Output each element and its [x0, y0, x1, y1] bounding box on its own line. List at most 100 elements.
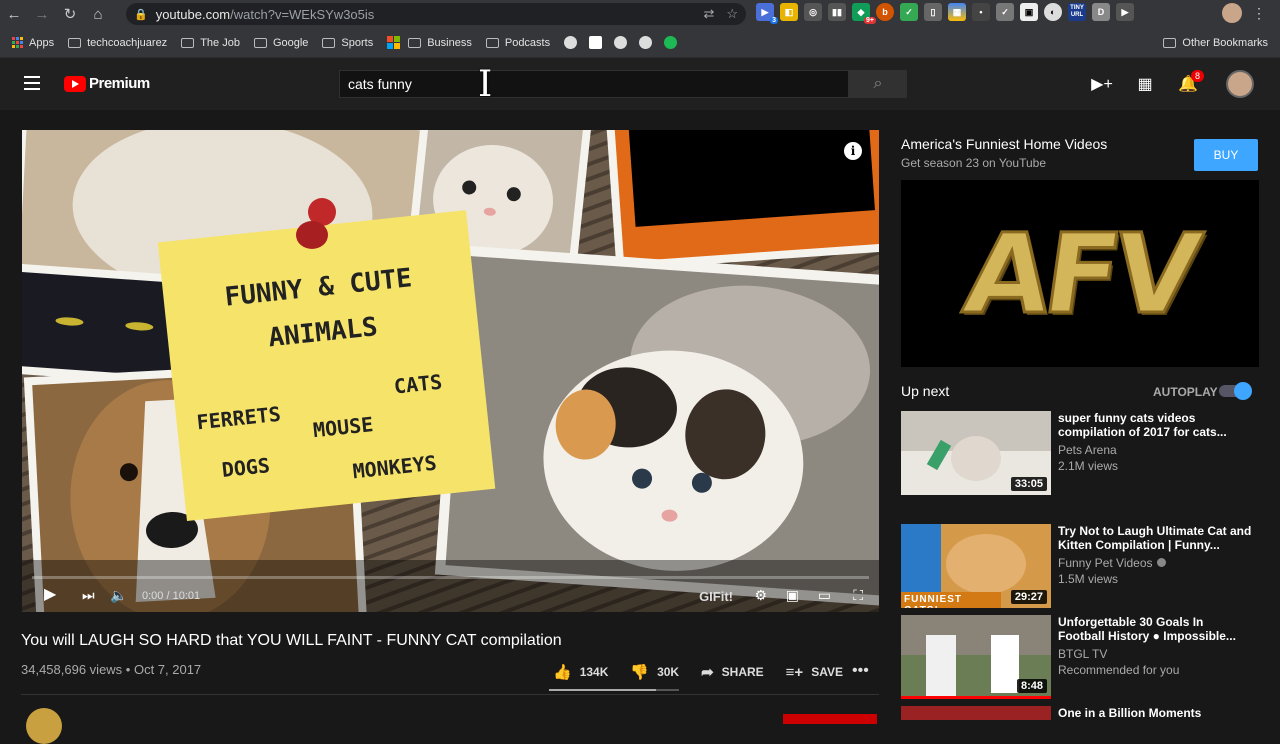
bookmark-folder[interactable]: Google — [253, 37, 308, 49]
info-icon[interactable]: i — [844, 142, 862, 160]
globe-icon[interactable] — [614, 36, 628, 49]
video-thumbnail[interactable]: 33:05 — [901, 411, 1051, 495]
volume-icon[interactable]: 🔈 — [110, 587, 127, 604]
autoplay-toggle[interactable] — [1219, 382, 1252, 400]
account-avatar[interactable] — [1226, 70, 1254, 98]
video-actions: 👍 134K 👎 30K ➦ SHARE ≡+ SAVE — [553, 663, 865, 682]
settings-gear-icon[interactable]: ⚙ — [754, 587, 767, 604]
search-button[interactable]: ⌕ — [849, 70, 907, 98]
bookmark-folder[interactable]: techcoachjuarez — [68, 37, 167, 49]
recommended-video[interactable]: One in a Billion Moments — [901, 706, 1259, 720]
extension-icon[interactable]: b — [876, 3, 894, 21]
up-next-heading: Up next — [901, 383, 950, 399]
like-button[interactable]: 👍 134K — [553, 663, 608, 681]
video-thumbnail[interactable] — [901, 706, 1051, 720]
note-cats: CATS — [393, 370, 443, 399]
miniplayer-icon[interactable]: ▣ — [786, 587, 799, 604]
note-dogs: DOGS — [221, 453, 271, 482]
recommended-video[interactable]: FUNNIEST CATS! 29:27 Try Not to Laugh Ul… — [901, 524, 1259, 608]
channel-avatar[interactable] — [26, 708, 62, 744]
bookmark-microsoft[interactable] — [387, 36, 401, 49]
recommended-video[interactable]: 8:48 Unforgettable 30 Goals In Football … — [901, 615, 1259, 699]
extension-icon[interactable]: ▶ — [1116, 3, 1134, 21]
globe-icon[interactable] — [564, 36, 578, 49]
lock-icon: 🔒 — [134, 8, 148, 21]
extension-icon[interactable]: ▮▮ — [828, 3, 846, 21]
bookmark-folder[interactable]: Podcasts — [485, 37, 550, 49]
video-thumbnail[interactable]: FUNNIEST CATS! 29:27 — [901, 524, 1051, 608]
video-player[interactable]: FUNNY & CUTE ANIMALS FERRETS CATS MOUSE … — [22, 130, 879, 612]
amazon-icon[interactable] — [589, 36, 603, 49]
theater-mode-icon[interactable]: ▭ — [818, 587, 831, 604]
video-title[interactable]: Try Not to Laugh Ultimate Cat and Kitten… — [1058, 524, 1253, 552]
translate-icon[interactable]: ⇄ — [703, 6, 714, 22]
video-title[interactable]: One in a Billion Moments — [1058, 706, 1253, 720]
menu-icon[interactable] — [24, 76, 40, 90]
extension-icon[interactable]: ▣ — [1020, 3, 1038, 21]
extension-icon[interactable]: ▦ — [948, 3, 966, 21]
extension-icon[interactable]: ◐ — [1044, 3, 1062, 21]
bookmark-folder[interactable]: Business — [408, 37, 472, 49]
ad-banner[interactable]: AFV — [901, 180, 1259, 367]
verified-icon — [1156, 558, 1166, 567]
extension-icon[interactable]: ◆ 9+ — [852, 3, 876, 24]
folder-icon — [253, 37, 267, 48]
folder-icon — [485, 37, 499, 48]
video-meta: 34,458,696 views • Oct 7, 2017 — [21, 662, 202, 677]
tinyurl-extension-icon[interactable]: TINY URL — [1068, 3, 1086, 21]
save-button[interactable]: ≡+ SAVE — [786, 664, 843, 681]
ad-title[interactable]: America's Funniest Home Videos — [901, 136, 1107, 152]
globe-icon[interactable] — [639, 36, 653, 49]
other-bookmarks[interactable]: Other Bookmarks — [1163, 37, 1268, 49]
address-bar[interactable]: 🔒 youtube.com/watch?v=WEkSYw3o5is ⇄ ☆ — [126, 3, 746, 25]
video-title[interactable]: Unforgettable 30 Goals In Football Histo… — [1058, 615, 1253, 643]
ad-subtitle: Get season 23 on YouTube — [901, 156, 1047, 170]
gifit-button[interactable]: GIFit! — [699, 589, 733, 604]
time-display: 0:00 / 10:01 — [142, 590, 201, 602]
subscribe-button[interactable] — [783, 714, 877, 724]
home-icon[interactable]: ⌂ — [84, 0, 112, 28]
folder-icon — [408, 37, 422, 48]
browser-menu-icon[interactable]: ⋮ — [1252, 5, 1266, 22]
spotify-icon[interactable] — [664, 36, 678, 49]
browser-profile-avatar[interactable] — [1222, 3, 1242, 23]
bookmark-apps[interactable]: Apps — [12, 37, 54, 49]
back-icon[interactable]: ← — [0, 0, 28, 28]
extension-icon[interactable]: ✓ — [996, 3, 1014, 21]
channel-name[interactable]: BTGL TV — [1058, 647, 1107, 661]
search-input[interactable]: cats funny — [339, 70, 849, 98]
bookmark-star-icon[interactable]: ☆ — [726, 6, 738, 22]
share-button[interactable]: ➦ SHARE — [701, 663, 764, 681]
extension-icon[interactable]: • — [972, 3, 990, 21]
channel-name[interactable]: Pets Arena — [1058, 443, 1117, 457]
notification-badge: 8 — [1191, 70, 1205, 82]
extension-icon[interactable]: ◎ — [804, 3, 822, 21]
extension-icon[interactable]: ✓ — [900, 3, 918, 21]
buy-button[interactable]: BUY — [1194, 139, 1258, 171]
extension-badge: 3 — [770, 17, 778, 24]
create-video-icon[interactable]: ▶+ — [1091, 74, 1113, 94]
extension-icon[interactable]: D — [1092, 3, 1110, 21]
recommended-video[interactable]: 33:05 super funny cats videos compilatio… — [901, 411, 1259, 495]
next-icon[interactable]: ⏭ — [82, 587, 95, 604]
extension-icon[interactable]: ◧ — [780, 3, 798, 21]
more-actions-icon[interactable]: ••• — [852, 662, 869, 680]
apps-grid-icon[interactable]: ▦ — [1135, 74, 1155, 94]
bookmarks-bar: Apps techcoachjuarez The Job Google Spor… — [0, 28, 1280, 58]
fullscreen-icon[interactable]: ⛶ — [853, 587, 863, 604]
progress-bar[interactable] — [32, 576, 869, 579]
youtube-premium-logo[interactable]: Premium — [64, 75, 150, 92]
forward-icon[interactable]: → — [28, 0, 56, 28]
extension-icon[interactable]: ▶ 3 — [756, 3, 778, 24]
extension-icon[interactable]: ▯ — [924, 3, 942, 21]
video-title[interactable]: super funny cats videos compilation of 2… — [1058, 411, 1253, 439]
video-duration: 29:27 — [1010, 590, 1047, 604]
video-thumbnail[interactable]: 8:48 — [901, 615, 1051, 699]
channel-name[interactable]: Funny Pet Videos — [1058, 556, 1166, 570]
reload-icon[interactable]: ↻ — [56, 0, 84, 28]
bookmark-folder[interactable]: The Job — [181, 37, 240, 49]
apps-grid-icon — [12, 37, 23, 48]
bookmark-folder[interactable]: Sports — [322, 37, 373, 49]
dislike-button[interactable]: 👎 30K — [630, 663, 679, 681]
play-icon[interactable]: ▶ — [44, 584, 56, 604]
